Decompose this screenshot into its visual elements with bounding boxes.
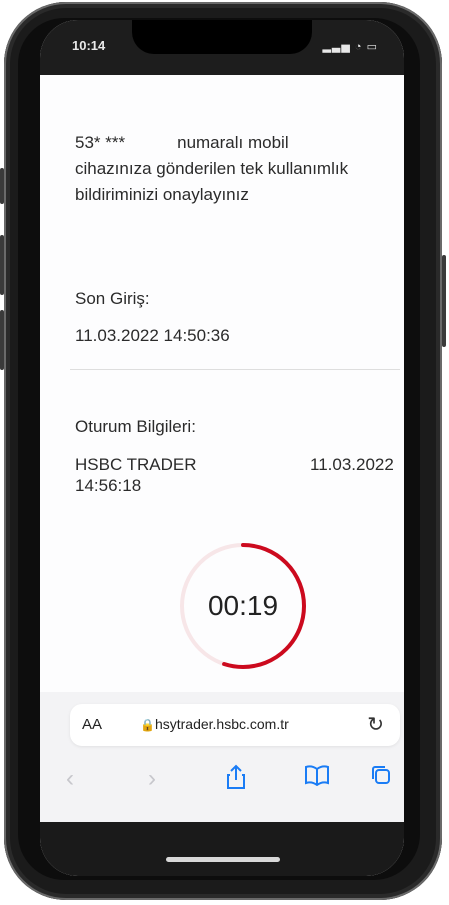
safari-toolbar: AA 🔒hsytrader.hsbc.com.tr ↻ ‹ › xyxy=(40,692,404,822)
phone-power-button xyxy=(442,255,446,347)
phone-screen: 10:14 ▂▃▅ ◔ ▭ 53* *** numaralı mobil ciha… xyxy=(40,20,404,876)
address-bar[interactable]: AA 🔒hsytrader.hsbc.com.tr ↻ xyxy=(70,704,400,746)
session-date: 11.03.2022 xyxy=(310,455,394,474)
message-line-1: numaralı mobil xyxy=(177,133,289,152)
home-area xyxy=(40,822,404,876)
session-label: Oturum Bilgileri: xyxy=(75,417,196,436)
countdown-timer: 00:19 xyxy=(177,540,309,672)
forward-button[interactable]: › xyxy=(148,764,156,794)
last-login-value: 11.03.2022 14:50:36 xyxy=(75,326,230,345)
message-line-3: bildiriminizi onaylayınız xyxy=(75,185,249,204)
share-icon[interactable] xyxy=(226,764,246,798)
phone-side-button xyxy=(0,168,4,204)
text-size-button[interactable]: AA xyxy=(82,716,102,733)
book-icon[interactable] xyxy=(304,764,330,794)
phone-volume-down xyxy=(0,310,4,370)
tabs-icon[interactable] xyxy=(370,764,392,794)
status-icons: ▂▃▅ ◔ ▭ xyxy=(322,41,378,53)
status-bar: 10:14 ▂▃▅ ◔ ▭ xyxy=(40,20,404,75)
tabs-svg xyxy=(372,766,390,784)
last-login-label: Son Giriş: xyxy=(75,289,150,308)
browser-nav: ‹ › xyxy=(40,760,404,804)
book-svg xyxy=(305,765,329,787)
phone-volume-up xyxy=(0,235,4,295)
status-time: 10:14 xyxy=(72,38,106,53)
timer-text: 00:19 xyxy=(207,590,279,621)
share-svg xyxy=(227,764,245,789)
session-time: 14:56:18 xyxy=(75,476,142,495)
lock-icon: 🔒 xyxy=(140,718,155,732)
page-content: 53* *** numaralı mobil cihazınıza gönderi… xyxy=(40,75,404,705)
message-line-2: cihazınıza gönderilen tek kullanımlık xyxy=(75,159,349,178)
masked-phone: 53* *** xyxy=(75,133,126,152)
notch xyxy=(132,20,312,54)
url-label: hsytrader.hsbc.com.tr xyxy=(154,716,289,732)
reload-icon[interactable]: ↻ xyxy=(367,712,384,737)
back-button[interactable]: ‹ xyxy=(66,764,74,794)
session-app: HSBC TRADER xyxy=(75,455,197,474)
otp-message: 53* *** numaralı mobil cihazınıza gönderi… xyxy=(75,130,395,208)
aa-label: AA xyxy=(82,716,103,733)
home-indicator[interactable] xyxy=(166,857,280,862)
url-text[interactable]: 🔒hsytrader.hsbc.com.tr xyxy=(140,716,289,732)
divider xyxy=(70,369,400,370)
